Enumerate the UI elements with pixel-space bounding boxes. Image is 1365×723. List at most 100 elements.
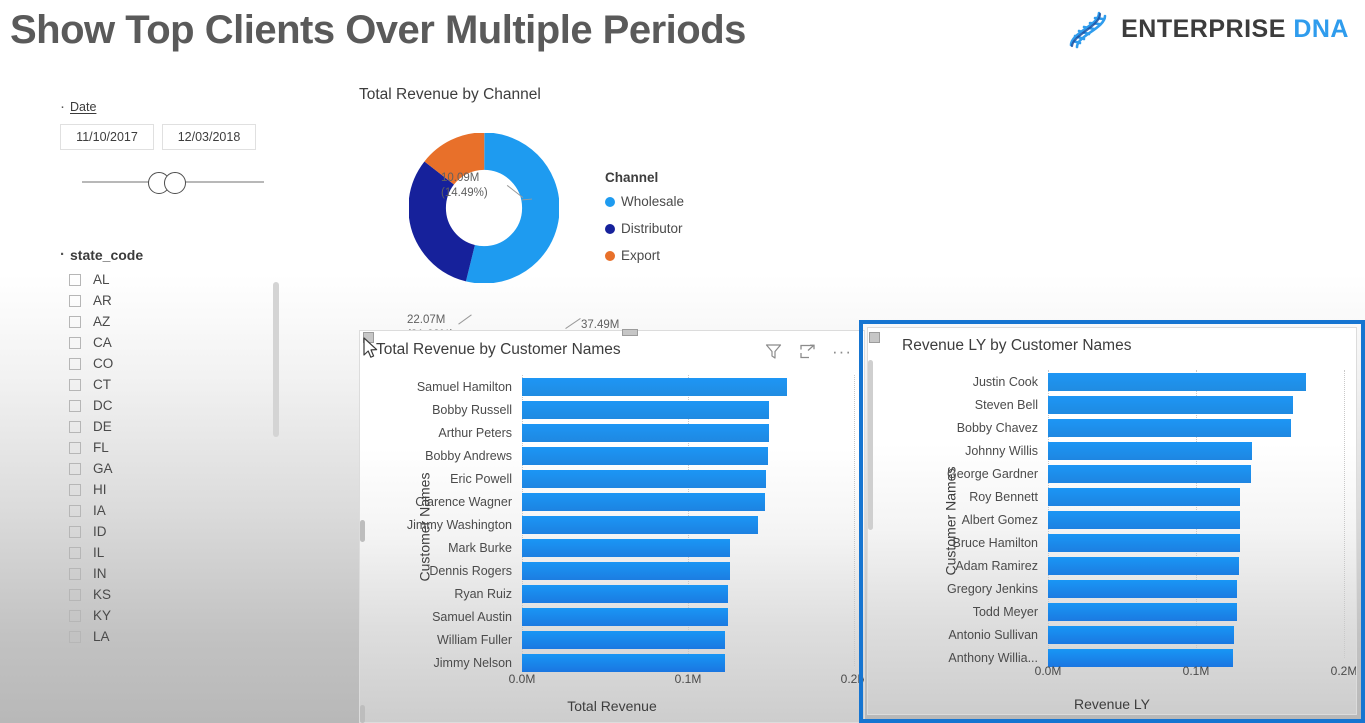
state-code-item[interactable]: HI xyxy=(60,479,285,500)
state-code-item[interactable]: KY xyxy=(60,605,285,626)
state-code-checkbox[interactable] xyxy=(69,609,81,622)
bar-fill[interactable] xyxy=(1048,556,1239,575)
state-code-checkbox[interactable] xyxy=(69,567,81,580)
state-code-checkbox[interactable] xyxy=(69,441,81,454)
visual-scrollbar-total-bottom[interactable] xyxy=(360,705,365,723)
bar-fill[interactable] xyxy=(1048,579,1238,598)
legend-item-distributor[interactable]: Distributor xyxy=(605,221,684,236)
bar-row[interactable]: Mark Burke xyxy=(394,536,854,559)
state-code-checkbox[interactable] xyxy=(69,546,81,559)
state-code-checkbox[interactable] xyxy=(69,378,81,391)
focus-mode-icon[interactable] xyxy=(798,342,817,361)
bar-row[interactable]: George Gardner xyxy=(920,462,1344,485)
revenue-ly-by-customer-names-visual[interactable]: Revenue LY by Customer Names Customer Na… xyxy=(867,327,1357,715)
state-code-checkbox[interactable] xyxy=(69,315,81,328)
bar-fill[interactable] xyxy=(1048,418,1292,437)
filter-funnel-icon[interactable] xyxy=(764,342,783,361)
more-options-icon[interactable]: ··· xyxy=(832,343,852,360)
visual-scrollbar-total[interactable] xyxy=(360,520,365,542)
state-code-item[interactable]: IL xyxy=(60,542,285,563)
state-code-checkbox[interactable] xyxy=(69,357,81,370)
bar-row[interactable]: Antonio Sullivan xyxy=(920,623,1344,646)
bar-fill[interactable] xyxy=(522,469,767,488)
bar-fill[interactable] xyxy=(522,584,728,603)
bar-fill[interactable] xyxy=(522,653,725,672)
bar-row[interactable]: Jimmy Nelson xyxy=(394,651,854,674)
bar-fill[interactable] xyxy=(522,492,766,511)
state-code-item[interactable]: LA xyxy=(60,626,285,647)
bar-row[interactable]: Bruce Hamilton xyxy=(920,531,1344,554)
bar-fill[interactable] xyxy=(522,400,770,419)
bar-row[interactable]: Dennis Rogers xyxy=(394,559,854,582)
state-code-item[interactable]: CA xyxy=(60,332,285,353)
state-code-checkbox[interactable] xyxy=(69,294,81,307)
state-code-item[interactable]: CT xyxy=(60,374,285,395)
donut-slice-export[interactable] xyxy=(409,133,559,283)
state-code-item[interactable]: IN xyxy=(60,563,285,584)
state-code-item[interactable]: DE xyxy=(60,416,285,437)
bar-row[interactable]: Bobby Russell xyxy=(394,398,854,421)
bar-fill[interactable] xyxy=(522,515,758,534)
state-code-checkbox[interactable] xyxy=(69,399,81,412)
state-code-item[interactable]: KS xyxy=(60,584,285,605)
bar-row[interactable]: Ryan Ruiz xyxy=(394,582,854,605)
state-code-item[interactable]: IA xyxy=(60,500,285,521)
bar-row[interactable]: Steven Bell xyxy=(920,393,1344,416)
bar-row[interactable]: Eric Powell xyxy=(394,467,854,490)
bar-row[interactable]: Justin Cook xyxy=(920,370,1344,393)
bar-row[interactable]: Johnny Willis xyxy=(920,439,1344,462)
state-code-checkbox[interactable] xyxy=(69,420,81,433)
bar-fill[interactable] xyxy=(1048,441,1253,460)
bar-fill[interactable] xyxy=(1048,464,1251,483)
bar-fill[interactable] xyxy=(1048,372,1307,391)
donut-chart[interactable]: 10.09M (14.49%) 22.07M (31.68%) 37.49M (… xyxy=(407,133,628,346)
state-code-list[interactable]: AL AR AZ CA CO CT DC DE FL GA HI IA ID IL IN KS KY LA xyxy=(60,269,285,647)
bar-row[interactable]: William Fuller xyxy=(394,628,854,651)
bar-row[interactable]: Roy Bennett xyxy=(920,485,1344,508)
state-code-checkbox[interactable] xyxy=(69,630,81,643)
bar-row[interactable]: Samuel Hamilton xyxy=(394,375,854,398)
total-revenue-by-channel-visual[interactable]: Total Revenue by Channel 10.09M (14.49%)… xyxy=(359,86,879,346)
state-code-item[interactable]: AR xyxy=(60,290,285,311)
date-end-input[interactable]: 12/03/2018 xyxy=(162,124,256,150)
bar-row[interactable]: Gregory Jenkins xyxy=(920,577,1344,600)
bar-fill[interactable] xyxy=(1048,510,1241,529)
bar-fill[interactable] xyxy=(522,607,728,626)
bar-fill[interactable] xyxy=(1048,533,1240,552)
bar-row[interactable]: Adam Ramirez xyxy=(920,554,1344,577)
state-list-scrollbar[interactable] xyxy=(273,282,279,437)
date-start-input[interactable]: 11/10/2017 xyxy=(60,124,154,150)
state-code-checkbox[interactable] xyxy=(69,525,81,538)
state-code-checkbox[interactable] xyxy=(69,336,81,349)
date-range-slider[interactable] xyxy=(82,172,264,194)
visual-scrollbar-ly[interactable] xyxy=(868,360,873,530)
bar-fill[interactable] xyxy=(522,561,731,580)
bar-row[interactable]: Samuel Austin xyxy=(394,605,854,628)
state-code-slicer[interactable]: · state_code AL AR AZ CA CO CT DC DE FL GA HI IA ID I… xyxy=(60,247,285,647)
state-code-item[interactable]: AZ xyxy=(60,311,285,332)
bar-fill[interactable] xyxy=(522,630,726,649)
state-code-item[interactable]: DC xyxy=(60,395,285,416)
date-slicer[interactable]: · Date 11/10/2017 12/03/2018 xyxy=(60,99,280,194)
bar-fill[interactable] xyxy=(1048,395,1293,414)
state-code-checkbox[interactable] xyxy=(69,483,81,496)
state-code-item[interactable]: CO xyxy=(60,353,285,374)
legend-item-export[interactable]: Export xyxy=(605,248,684,263)
bar-row[interactable]: Jimmy Washington xyxy=(394,513,854,536)
bar-row[interactable]: Bobby Andrews xyxy=(394,444,854,467)
bar-fill[interactable] xyxy=(1048,625,1234,644)
bar-row[interactable]: Bobby Chavez xyxy=(920,416,1344,439)
total-revenue-by-customer-names-visual[interactable]: Total Revenue by Customer Names ··· Cust… xyxy=(359,330,865,723)
bar-fill[interactable] xyxy=(1048,487,1241,506)
bar-fill[interactable] xyxy=(522,377,787,396)
resize-handle-top-left-ly[interactable] xyxy=(869,332,880,343)
legend-item-wholesale[interactable]: Wholesale xyxy=(605,194,684,209)
state-code-checkbox[interactable] xyxy=(69,588,81,601)
state-code-checkbox[interactable] xyxy=(69,462,81,475)
bar-fill[interactable] xyxy=(1048,602,1237,621)
state-code-item[interactable]: GA xyxy=(60,458,285,479)
state-code-item[interactable]: FL xyxy=(60,437,285,458)
visual-header-actions[interactable]: ··· xyxy=(764,342,852,361)
bar-fill[interactable] xyxy=(522,423,769,442)
state-code-item[interactable]: AL xyxy=(60,269,285,290)
